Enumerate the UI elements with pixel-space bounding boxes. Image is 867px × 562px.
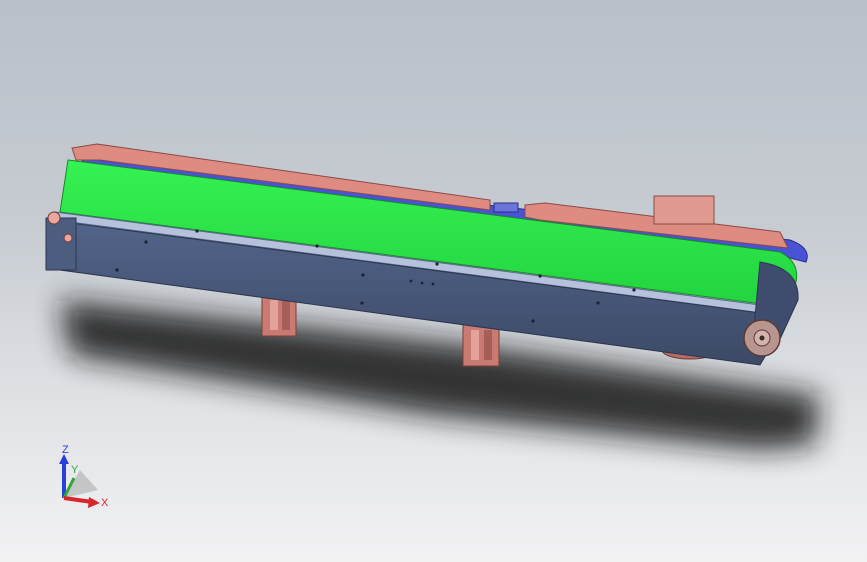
y-axis-label: Y <box>71 464 79 476</box>
conveyor-model[interactable] <box>0 0 867 562</box>
idler-end-cap <box>45 211 77 271</box>
triad-graphic: Z Y X <box>59 444 109 509</box>
x-axis-label: X <box>101 497 109 509</box>
belt-tensioner <box>493 202 519 213</box>
cad-viewport[interactable]: Z Y X <box>0 0 867 562</box>
motor-housing <box>653 195 715 225</box>
z-axis-label: Z <box>62 444 69 456</box>
orientation-triad[interactable]: Z Y X <box>40 440 130 520</box>
x-axis-arrow <box>63 496 93 504</box>
